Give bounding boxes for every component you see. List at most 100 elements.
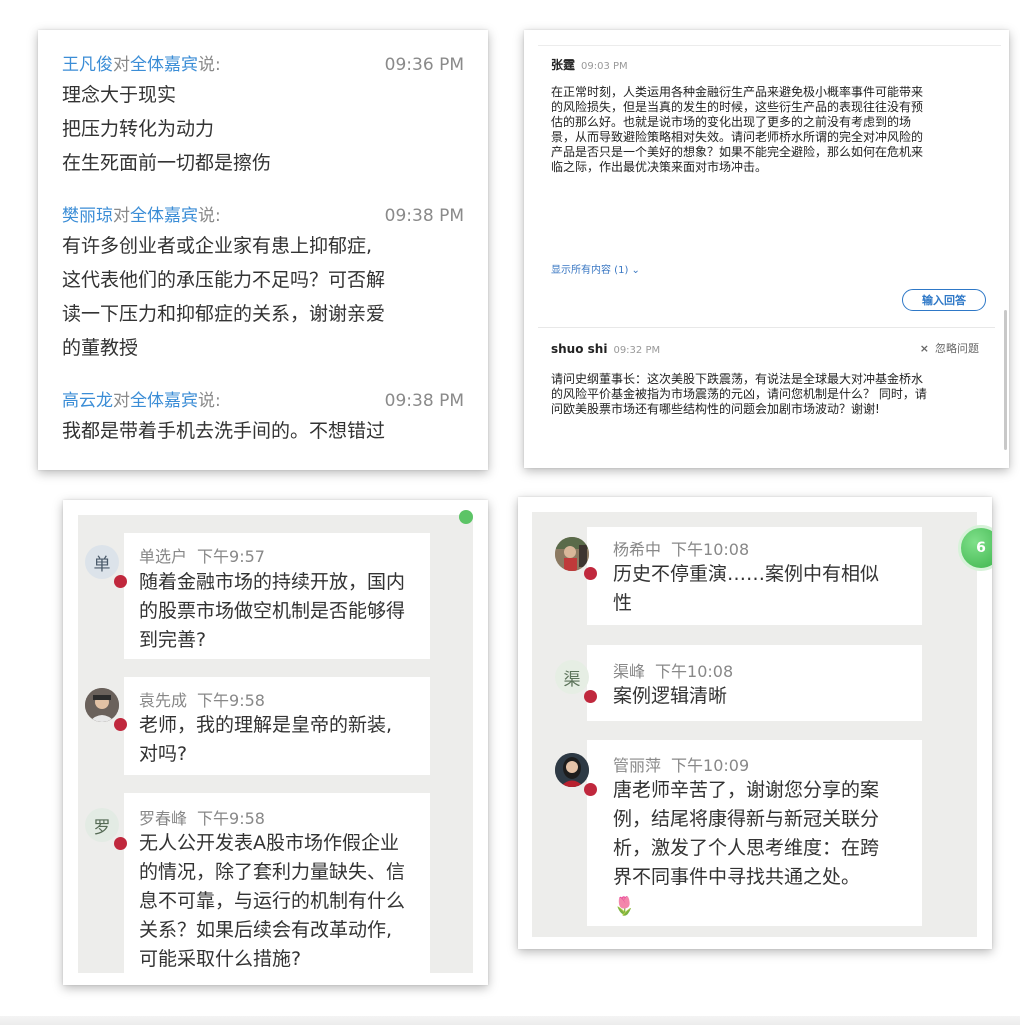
to-prefix: 对	[113, 55, 130, 75]
sender-name: 单选户	[139, 547, 188, 566]
chat-panel-bottom-right: 6 杨希中 下午10:08 历史不停重演……案例中有相似 性 渠 渠峰 下午10:0…	[518, 497, 992, 949]
divider	[538, 327, 995, 328]
message-text: 无人公开发表A股市场作假企业 的情况，除了套利力量缺失、信 息不可靠，与运行的机…	[139, 829, 405, 974]
message-time: 下午9:57	[197, 547, 265, 566]
question-line: 临之际，作出最优决策来面对市场冲击。	[551, 160, 768, 174]
recipient-name[interactable]: 全体嘉宾	[130, 391, 198, 411]
message-header: 高云龙对全体嘉宾说: 09:38 PM	[62, 388, 464, 414]
user-photo-icon	[85, 688, 119, 722]
user-photo-icon	[555, 753, 589, 787]
sender-name[interactable]: 樊丽琼	[62, 206, 113, 226]
question-time: 09:03 PM	[581, 61, 628, 72]
message-line: 的股票市场做空机制是否能够得	[139, 600, 406, 622]
message-line: 例，结尾将康得新与新冠关联分	[613, 808, 880, 830]
avatar[interactable]	[555, 537, 589, 571]
message-line: 到完善?	[139, 629, 207, 651]
message-line: 的情况，除了套利力量缺失、信	[139, 861, 406, 883]
said-label: 说:	[198, 55, 221, 75]
sender-name[interactable]: 王凡俊	[62, 55, 113, 75]
question-line: 在正常时刻，人类运用各种金融衍生产品来避免极小概率事件可能带来	[551, 85, 924, 99]
message-line: 界不同事件中寻找共通之处。	[613, 866, 861, 888]
sender-line: 罗春峰 下午9:58	[139, 805, 265, 829]
flower-icon: 🌷	[613, 896, 636, 917]
question-line: 的风险平价基金被指为市场震荡的元凶，请问您机制是什么？ 同时，请	[551, 387, 927, 401]
sender-name: 渠峰	[613, 662, 646, 681]
message-time: 09:36 PM	[384, 55, 464, 75]
message-line: 读一下压力和抑郁症的关系，谢谢亲爱	[62, 303, 386, 325]
message-line: 我都是带着手机去洗手间的。不想错过	[62, 420, 386, 442]
ignore-question-button[interactable]: × 忽略问题	[920, 340, 979, 356]
question-time: 09:32 PM	[613, 345, 661, 356]
unread-dot-icon	[584, 567, 597, 580]
show-all-link[interactable]: 显示所有内容 (1) ⌄	[551, 261, 640, 276]
message-text: 历史不停重演……案例中有相似 性	[613, 560, 879, 618]
message-line: 析，激发了个人思考维度：在跨	[613, 837, 880, 859]
scrollbar[interactable]	[1004, 310, 1007, 450]
message-time: 下午9:58	[197, 809, 265, 828]
message-line: 老师，我的理解是皇帝的新装,	[139, 714, 393, 736]
message-line: 在生死面前一切都是擦伤	[62, 152, 272, 174]
message-text: 唐老师辛苦了，谢谢您分享的案 例，结尾将康得新与新冠关联分 析，激发了个人思考维…	[613, 776, 879, 921]
asker-name: 张霆	[551, 58, 576, 72]
question-text: 请问史纲董事长：这次美股下跌震荡，有说法是全球最大对冲基金桥水 的风险平价基金被…	[551, 372, 991, 417]
message-line: 无人公开发表A股市场作假企业	[139, 832, 399, 854]
unread-dot-icon	[584, 783, 597, 796]
message-line: 理念大于现实	[62, 84, 177, 106]
avatar[interactable]: 渠	[555, 660, 589, 694]
ignore-label: 忽略问题	[935, 342, 979, 355]
sender-name[interactable]: 高云龙	[62, 391, 113, 411]
to-prefix: 对	[113, 206, 130, 226]
sender-line: 管丽萍 下午10:09	[613, 752, 749, 776]
question-line: 产品是否只是一个美好的想象？如果不能完全避险，那么如何在危机来	[551, 145, 924, 159]
divider	[538, 45, 1001, 46]
question-item: 张霆 09:03 PM 在正常时刻，人类运用各种金融衍生产品来避免极小概率事件可能…	[551, 56, 991, 175]
sender-name: 袁先成	[139, 691, 188, 710]
avatar[interactable]	[85, 688, 119, 722]
message-time: 09:38 PM	[384, 391, 464, 411]
chat-message: 樊丽琼对全体嘉宾说: 09:38 PM 有许多创业者或企业家有患上抑郁症, 这代…	[62, 203, 464, 365]
chat-panel-bottom-left: 单 单选户 下午9:57 随着金融市场的持续开放，国内 的股票市场做空机制是否能够…	[63, 500, 488, 985]
question-meta: 张霆 09:03 PM	[551, 56, 991, 76]
said-label: 说:	[198, 206, 221, 226]
message-line: 把压力转化为动力	[62, 118, 215, 140]
question-line: 的风险损失，但是当真的发生的时候，这些衍生产品的表现往往没有预	[551, 100, 924, 114]
chat-message: 高云龙对全体嘉宾说: 09:38 PM 我都是带着手机去洗手间的。不想错过	[62, 388, 464, 448]
unread-dot-icon	[114, 718, 127, 731]
message-line: 对吗?	[139, 743, 188, 765]
question-line: 估的那么好。也就是说市场的变化出现了更多的之前没有考虑到的场	[551, 115, 912, 129]
message-time: 下午10:09	[671, 756, 750, 775]
sender-name: 罗春峰	[139, 809, 188, 828]
avatar[interactable]	[555, 753, 589, 787]
sender-line: 杨希中 下午10:08	[613, 536, 749, 560]
message-line: 息不可靠，与运行的机制有什么	[139, 890, 406, 912]
message-line: 可能采取什么措施?	[139, 948, 302, 970]
question-line: 问欧美股票市场还有哪些结构性的问题会加剧市场波动？谢谢!	[551, 402, 880, 416]
recipient-name[interactable]: 全体嘉宾	[130, 206, 198, 226]
avatar[interactable]: 罗	[85, 808, 119, 842]
message-line: 这代表他们的承压能力不足吗？可否解	[62, 269, 386, 291]
question-line: 景，从而导致避险策略相对失效。请问老师桥水所谓的完全对冲风险的	[551, 130, 924, 144]
message-line: 随着金融市场的持续开放，国内	[139, 571, 406, 593]
recipient-name[interactable]: 全体嘉宾	[130, 55, 198, 75]
question-text: 在正常时刻，人类运用各种金融衍生产品来避免极小概率事件可能带来 的风险损失，但是…	[551, 85, 991, 175]
message-line: 关系？如果后续会有改革动作,	[139, 919, 393, 941]
message-line: 的董教授	[62, 337, 139, 359]
sender-name: 管丽萍	[613, 756, 662, 775]
question-line: 请问史纲董事长：这次美股下跌震荡，有说法是全球最大对冲基金桥水	[551, 372, 924, 386]
message-text: 老师，我的理解是皇帝的新装, 对吗?	[139, 711, 392, 769]
unread-dot-icon	[114, 837, 127, 850]
enter-answer-button[interactable]: 输入回答	[902, 289, 986, 311]
chat-panel-top-left: 王凡俊对全体嘉宾说: 09:36 PM 理念大于现实 把压力转化为动力 在生死面…	[38, 30, 488, 470]
message-time: 09:38 PM	[384, 206, 464, 226]
close-icon: ×	[919, 342, 929, 355]
user-photo-icon	[555, 537, 589, 571]
message-header: 樊丽琼对全体嘉宾说: 09:38 PM	[62, 203, 464, 229]
avatar[interactable]: 单	[85, 545, 119, 579]
message-text: 随着金融市场的持续开放，国内 的股票市场做空机制是否能够得 到完善?	[139, 568, 405, 655]
bottom-edge	[0, 1016, 1020, 1025]
message-text: 案例逻辑清晰	[613, 682, 727, 711]
message-line: 性	[613, 592, 633, 614]
message-time: 下午10:08	[655, 662, 734, 681]
qa-panel-top-right: 张霆 09:03 PM 在正常时刻，人类运用各种金融衍生产品来避免极小概率事件可能…	[524, 30, 1009, 468]
sender-line: 渠峰 下午10:08	[613, 658, 733, 682]
